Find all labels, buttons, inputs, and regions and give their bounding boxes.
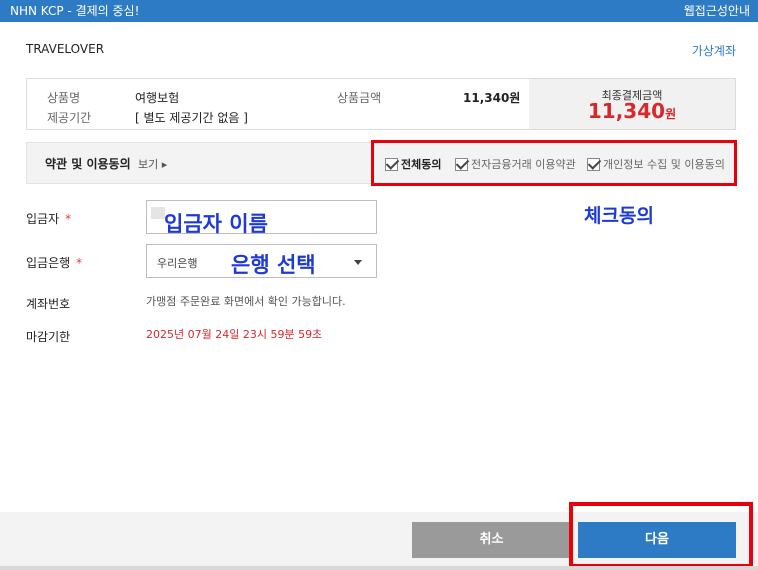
cancel-button[interactable]: 취소: [412, 522, 571, 558]
annotation-bank-select: 은행 선택: [231, 253, 316, 277]
final-amount-unit: 원: [665, 107, 677, 121]
agree-efin-label: 전자금융거래 이용약관: [471, 158, 576, 171]
final-amount: 11,340원: [529, 99, 735, 123]
merchant-name: TRAVELOVER: [26, 42, 105, 56]
chevron-down-icon: [354, 260, 362, 265]
bank-label: 입금은행 *: [26, 256, 83, 270]
price-label: 상품금액: [337, 91, 382, 105]
accessibility-guide-link[interactable]: 웹접근성안내: [684, 0, 750, 22]
account-info: 가맹점 주문완료 화면에서 확인 가능합니다.: [146, 295, 346, 308]
agree-all-label: 전체동의: [401, 158, 442, 171]
deadline-value: 2025년 07월 24일 23시 59분 59초: [146, 328, 323, 341]
final-amount-box: 최종결제금액 11,340원: [529, 79, 735, 129]
period-label: 제공기간: [47, 111, 92, 125]
window-bottom-edge: [0, 566, 758, 570]
annotation-check-agree: 체크동의: [584, 205, 654, 227]
agree-all-checkbox[interactable]: 전체동의: [385, 156, 441, 172]
product-name: 여행보험: [135, 91, 180, 105]
final-amount-value: 11,340: [587, 99, 666, 123]
checkbox-checked-icon: [385, 157, 398, 171]
bank-selected-value: 우리은행: [157, 257, 198, 270]
required-mark: *: [76, 256, 83, 270]
checkbox-checked-icon: [455, 157, 468, 171]
product-name-label: 상품명: [47, 91, 81, 105]
required-mark: *: [65, 212, 72, 226]
period-value: [ 별도 제공기간 없음 ]: [135, 111, 248, 125]
annotation-depositor-name: 입금자 이름: [164, 212, 268, 236]
agree-efin-checkbox[interactable]: 전자금융거래 이용약관: [455, 156, 576, 172]
agree-privacy-label: 개인정보 수집 및 이용동의: [603, 158, 725, 171]
price-value: 11,340원: [463, 91, 521, 105]
deadline-label: 마감기한: [26, 330, 71, 344]
terms-view-link[interactable]: 보기 ▸: [138, 156, 167, 172]
account-label: 계좌번호: [26, 297, 71, 311]
checkbox-checked-icon: [587, 157, 600, 171]
terms-section: 약관 및 이용동의 보기 ▸ 전체동의 전자금융거래 이용약관 개인정보 수집 …: [26, 140, 737, 186]
next-highlight-box: [569, 502, 753, 568]
payment-method-label: 가상계좌: [691, 44, 736, 58]
depositor-label: 입금자 *: [26, 212, 72, 226]
window-title: NHN KCP - 결제의 중심!: [10, 4, 140, 18]
order-summary: 상품명 여행보험 제공기간 [ 별도 제공기간 없음 ] 상품금액 11,340…: [26, 78, 736, 130]
terms-title: 약관 및 이용동의: [45, 157, 131, 171]
masked-name: [151, 207, 165, 219]
agree-privacy-checkbox[interactable]: 개인정보 수집 및 이용동의: [587, 156, 725, 172]
window-titlebar: NHN KCP - 결제의 중심! 웹접근성안내: [0, 0, 758, 22]
